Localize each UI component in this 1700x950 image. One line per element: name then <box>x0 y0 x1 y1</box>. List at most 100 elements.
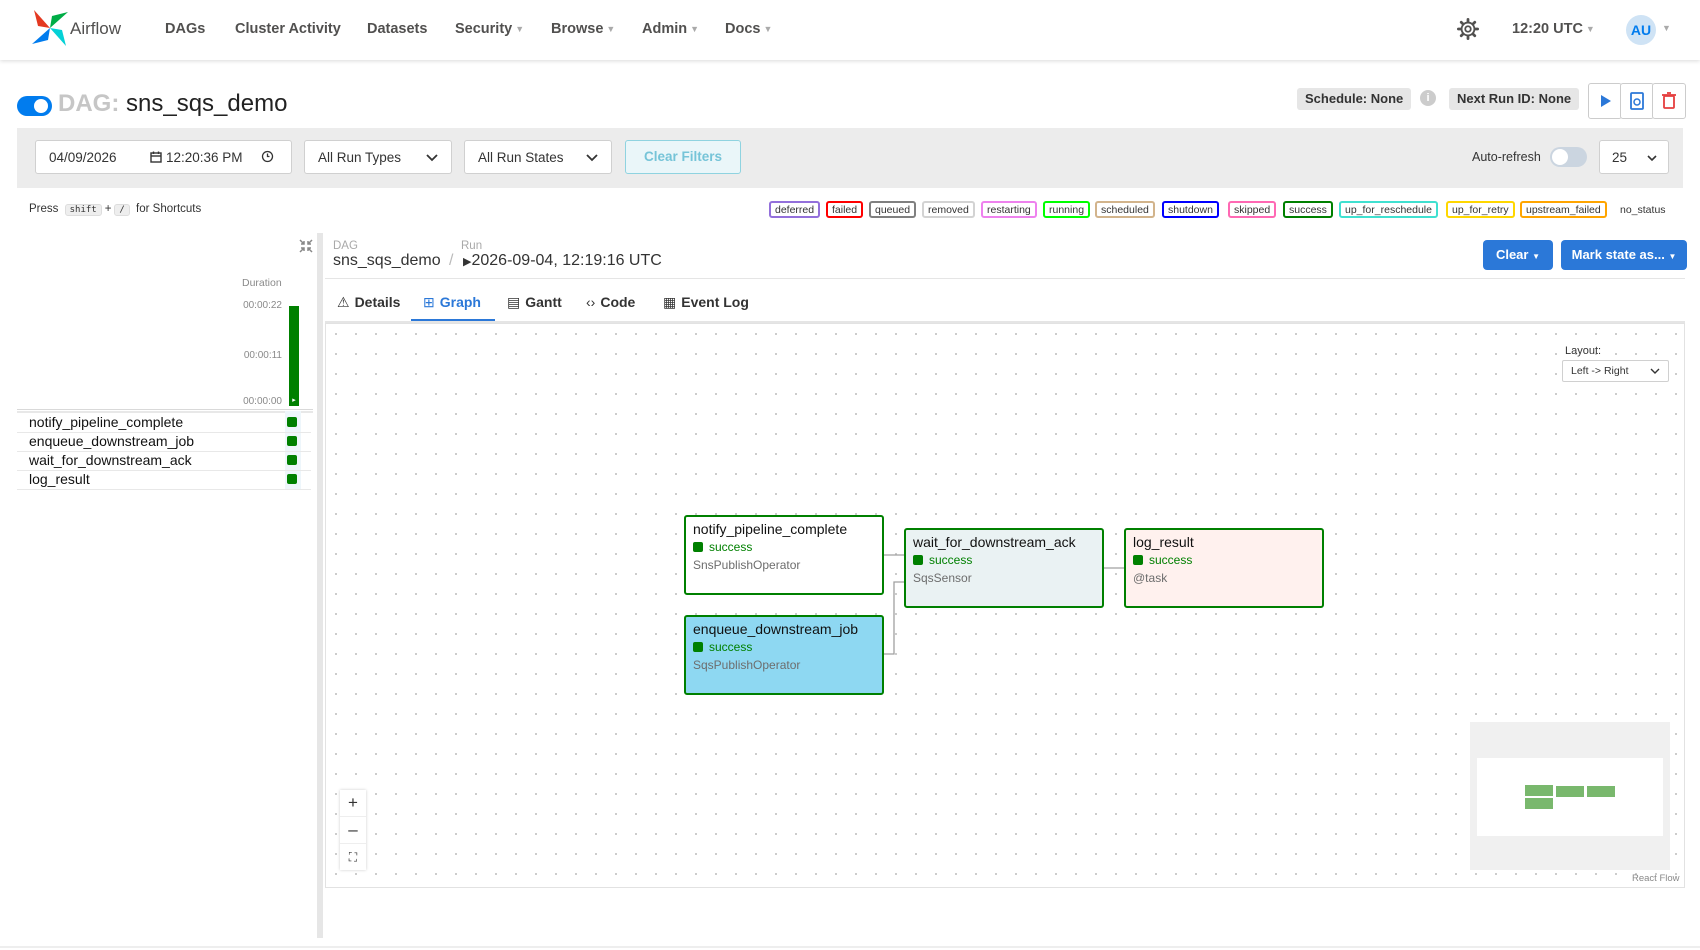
nav-security[interactable]: Security ▼ <box>455 21 524 37</box>
legend-removed[interactable]: removed <box>922 201 975 218</box>
user-avatar[interactable]: AU <box>1626 15 1656 45</box>
shortcut-hint: Press shift + / for Shortcuts <box>29 203 202 216</box>
info-icon[interactable]: i <box>1420 90 1436 106</box>
zoom-out-button[interactable]: – <box>340 817 366 844</box>
duration-tick: 00:00:22 <box>243 300 282 311</box>
gantt-icon: ▤ <box>507 294 521 310</box>
run-state-select[interactable]: All Run States <box>464 140 612 174</box>
legend-shutdown[interactable]: shutdown <box>1162 201 1219 218</box>
schedule-badge: Schedule: None <box>1297 88 1412 110</box>
task-status-square[interactable] <box>287 417 297 427</box>
chevron-down-icon <box>426 154 438 162</box>
legend-up-for-retry[interactable]: up_for_retry <box>1446 201 1515 218</box>
minimap-node <box>1556 786 1584 797</box>
parse-dag-button[interactable] <box>1620 83 1654 119</box>
task-status-square[interactable] <box>287 474 297 484</box>
task-row[interactable]: wait_for_downstream_ack <box>17 451 311 471</box>
duration-label: Duration <box>242 277 282 289</box>
minimap-node <box>1525 798 1553 809</box>
legend-restarting[interactable]: restarting <box>981 201 1037 218</box>
duration-tick: 00:00:00 <box>243 396 282 407</box>
graph-node-wait-for-downstream-ack[interactable]: wait_for_downstream_ack success SqsSenso… <box>904 528 1104 608</box>
tab-details[interactable]: ⚠ Details <box>337 294 400 311</box>
collapse-icon[interactable] <box>298 238 314 254</box>
task-row[interactable]: notify_pipeline_complete <box>17 413 311 433</box>
tab-event-log[interactable]: ▦ Event Log <box>663 294 749 311</box>
legend-deferred[interactable]: deferred <box>769 201 821 218</box>
layout-select[interactable]: Left -> Right <box>1562 360 1669 382</box>
base-date-input[interactable]: 04/09/2026 12:20:36 PM <box>35 140 292 174</box>
nav-browse[interactable]: Browse ▼ <box>551 21 615 37</box>
gear-icon[interactable] <box>1457 18 1479 40</box>
run-type-select[interactable]: All Run Types <box>304 140 452 174</box>
legend-scheduled[interactable]: scheduled <box>1095 201 1155 218</box>
chevron-down-icon <box>1647 155 1657 162</box>
task-status-square[interactable] <box>287 436 297 446</box>
status-square <box>913 555 923 565</box>
auto-refresh-label: Auto-refresh <box>1472 150 1541 164</box>
legend-running[interactable]: running <box>1043 201 1091 218</box>
clear-filters-button[interactable]: Clear Filters <box>625 140 741 174</box>
task-row[interactable]: enqueue_downstream_job <box>17 432 311 452</box>
delete-dag-button[interactable] <box>1652 83 1686 119</box>
graph-node-enqueue-downstream-job[interactable]: enqueue_downstream_job success SqsPublis… <box>684 615 884 695</box>
trigger-dag-button[interactable] <box>1588 83 1622 119</box>
graph-node-notify-pipeline-complete[interactable]: notify_pipeline_complete success SnsPubl… <box>684 515 884 595</box>
chevron-down-icon: ▼ <box>1585 24 1595 34</box>
nav-dags[interactable]: DAGs <box>165 21 205 37</box>
nav-cluster-activity[interactable]: Cluster Activity <box>235 21 341 37</box>
run-duration-bar[interactable] <box>289 306 299 406</box>
document-icon: ▦ <box>663 294 677 310</box>
legend-up-for-reschedule[interactable]: up_for_reschedule <box>1339 201 1438 218</box>
airflow-logo-icon[interactable] <box>30 8 70 48</box>
chevron-down-icon: ▼ <box>1532 252 1541 261</box>
tab-graph[interactable]: ⊞ Graph <box>423 294 481 311</box>
status-square <box>1133 555 1143 565</box>
graph-node-log-result[interactable]: log_result success @task <box>1124 528 1324 608</box>
legend-upstream-failed[interactable]: upstream_failed <box>1520 201 1607 218</box>
task-row[interactable]: log_result <box>17 470 311 490</box>
breadcrumb-dag[interactable]: sns_sqs_demo <box>333 252 441 270</box>
toggle-knob <box>34 99 48 113</box>
brand-name[interactable]: Airflow <box>70 19 121 39</box>
legend-failed[interactable]: failed <box>826 201 864 218</box>
fit-view-button[interactable]: ⛶ <box>340 844 366 870</box>
nav-docs[interactable]: Docs ▼ <box>725 21 772 37</box>
minimap-viewport <box>1477 758 1663 836</box>
chevron-down-icon: ▼ <box>606 24 616 34</box>
divider <box>0 946 1700 948</box>
nav-datasets[interactable]: Datasets <box>367 21 427 37</box>
legend-queued[interactable]: queued <box>869 201 917 218</box>
clock-time[interactable]: 12:20 UTC ▼ <box>1512 21 1595 37</box>
layout-label: Layout: <box>1565 345 1602 357</box>
react-flow-attribution[interactable]: React Flow <box>1632 873 1680 884</box>
chevron-down-icon <box>1650 368 1660 374</box>
divider <box>325 278 1685 279</box>
chevron-down-icon: ▼ <box>515 24 525 34</box>
legend-no-status[interactable]: no_status <box>1614 201 1672 218</box>
status-square <box>693 642 703 652</box>
chevron-down-icon <box>586 154 598 162</box>
warning-icon: ⚠ <box>337 294 350 310</box>
calendar-icon <box>150 141 162 175</box>
legend-skipped[interactable]: skipped <box>1228 201 1277 218</box>
trash-icon <box>1662 92 1676 109</box>
zoom-in-button[interactable]: + <box>340 790 366 817</box>
clear-button[interactable]: Clear ▼ <box>1483 240 1553 270</box>
num-runs-select[interactable]: 25 <box>1599 140 1669 174</box>
breadcrumb-run-label: Run <box>461 240 483 252</box>
legend-success[interactable]: success <box>1283 201 1333 218</box>
task-status-square[interactable] <box>287 455 297 465</box>
tab-code[interactable]: ‹› Code <box>586 294 635 310</box>
status-square <box>693 542 703 552</box>
mark-state-button[interactable]: Mark state as... ▼ <box>1561 240 1687 270</box>
breadcrumb-run[interactable]: ▶2026-09-04, 12:19:16 UTC <box>463 252 662 270</box>
chevron-down-icon: ▼ <box>1668 252 1677 261</box>
divider <box>17 409 313 410</box>
nav-admin[interactable]: Admin ▼ <box>642 21 699 37</box>
chevron-down-icon[interactable]: ▼ <box>1662 23 1671 33</box>
tab-gantt[interactable]: ▤ Gantt <box>507 294 562 311</box>
breadcrumb-dag-label: DAG <box>333 240 358 252</box>
panel-resize-handle[interactable] <box>317 233 323 938</box>
zoom-controls: + – ⛶ <box>340 790 366 870</box>
